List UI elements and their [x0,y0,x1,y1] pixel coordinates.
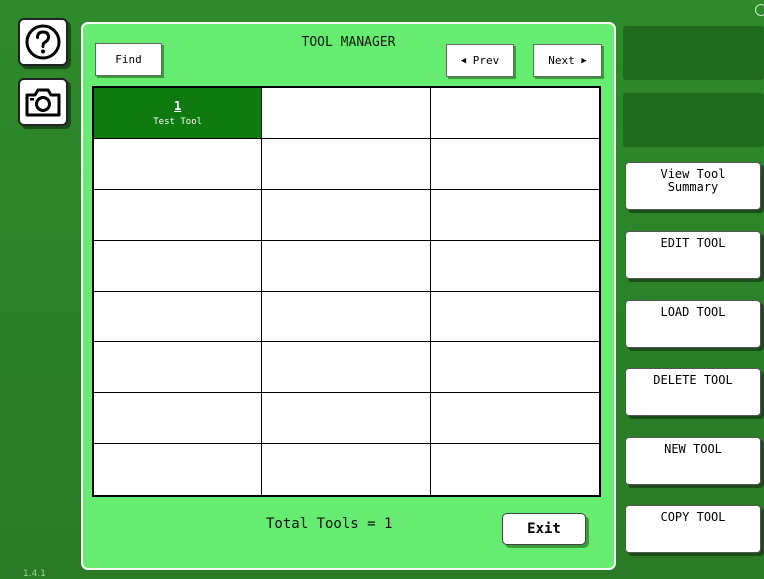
next-page-button[interactable]: Next ▶ [533,44,602,77]
empty-button-slot [623,26,764,80]
tool-manager-panel: TOOL MANAGER Find ◀ Prev Next ▶ 1 Test T… [81,22,616,570]
prev-page-button[interactable]: ◀ Prev [446,44,514,77]
camera-icon [25,88,61,117]
version-label: 1.4.1 [23,569,46,579]
tool-cell-empty[interactable] [430,393,599,445]
tool-cell-empty[interactable] [262,291,431,343]
tool-cell-empty[interactable] [430,138,599,190]
tool-cell-empty[interactable] [262,444,431,495]
tool-cell-empty[interactable] [430,88,599,139]
tool-cell-empty[interactable] [430,444,599,495]
tool-cell-empty[interactable] [430,342,599,394]
tool-cell-empty[interactable] [94,291,263,343]
tool-cell-empty[interactable] [94,444,263,495]
empty-button-slot [623,93,764,147]
tool-cell-1[interactable]: 1 Test Tool [94,88,263,139]
tool-cell-empty[interactable] [94,393,263,445]
total-tools-count: Total Tools = 1 [266,516,393,532]
tool-cell-empty[interactable] [430,240,599,292]
prev-button-label: Prev [472,54,500,67]
help-button[interactable] [18,18,68,66]
tool-cell-empty[interactable] [262,240,431,292]
load-tool-button[interactable]: LOAD TOOL [625,300,761,348]
next-button-label: Next [548,54,575,67]
screenshot-button[interactable] [18,78,68,126]
tool-cell-empty[interactable] [262,189,431,241]
tool-cell-empty[interactable] [262,342,431,394]
view-tool-summary-button[interactable]: View Tool Summary [625,162,761,210]
tool-cell-empty[interactable] [94,189,263,241]
tool-grid: 1 Test Tool [92,86,601,497]
tool-cell-empty[interactable] [262,393,431,445]
tool-name: Test Tool [153,116,203,127]
new-tool-button[interactable]: NEW TOOL [625,437,761,485]
find-button[interactable]: Find [95,43,162,76]
delete-tool-button[interactable]: DELETE TOOL [625,368,761,416]
tool-cell-empty[interactable] [262,138,431,190]
copy-tool-button[interactable]: COPY TOOL [625,505,761,553]
tool-cell-empty[interactable] [430,189,599,241]
triangle-right-icon: ▶ [581,55,587,66]
edit-tool-button[interactable]: EDIT TOOL [625,231,761,279]
find-button-label: Find [115,53,142,66]
tool-cell-empty[interactable] [262,88,431,139]
help-question-icon [25,24,61,60]
corner-indicator [755,4,764,16]
tool-cell-empty[interactable] [94,138,263,190]
tool-cell-empty[interactable] [94,342,263,394]
exit-button-label: Exit [527,521,561,537]
exit-button[interactable]: Exit [502,513,586,545]
tool-cell-empty[interactable] [430,291,599,343]
triangle-left-icon: ◀ [460,55,467,66]
tool-cell-empty[interactable] [94,240,263,292]
tool-number: 1 [174,98,182,113]
